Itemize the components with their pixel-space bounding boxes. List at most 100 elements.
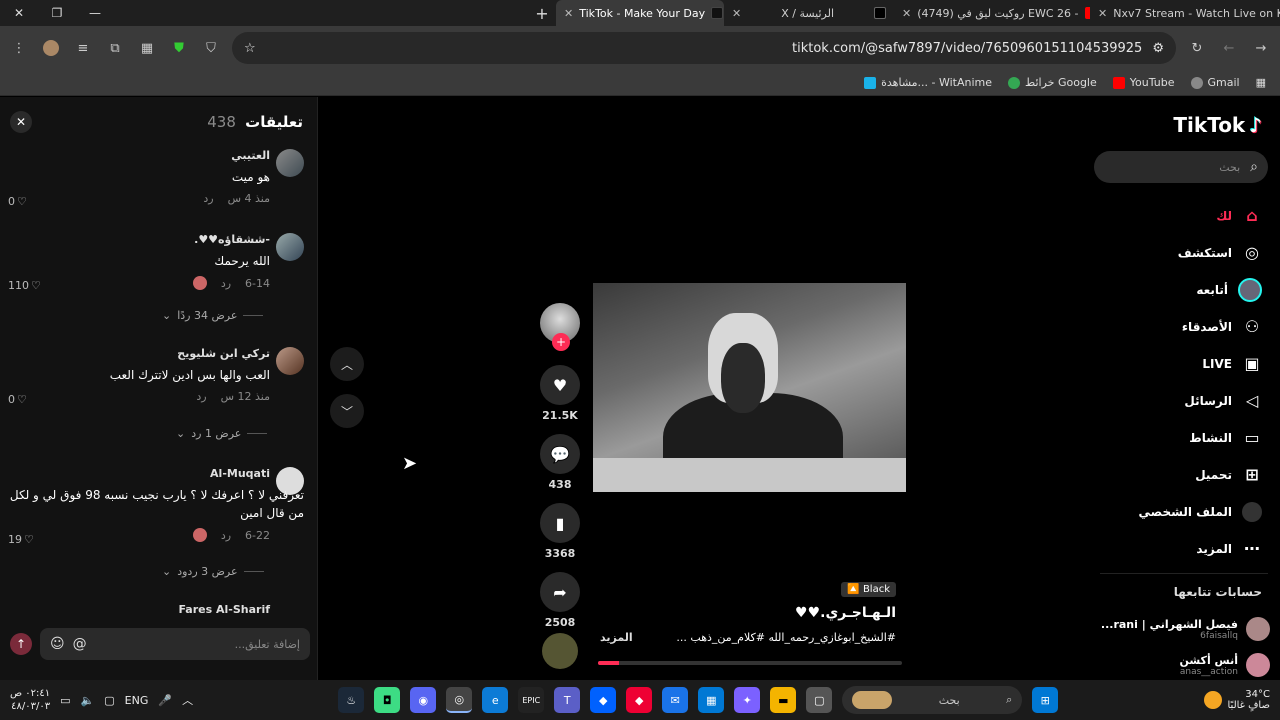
sidebar-item-explore[interactable]: ◎ استكشف (1102, 234, 1262, 271)
sidebar-item-profile[interactable]: الملف الشخصي (1102, 493, 1262, 530)
new-tab-icon[interactable]: + (528, 0, 556, 26)
sidebar-item-activity[interactable]: ▭ النشاط (1102, 419, 1262, 456)
weather-widget[interactable]: 34°C صافٍ غالبًا (1203, 689, 1270, 711)
video-progress-bar[interactable] (598, 661, 902, 665)
view-replies-button[interactable]: عرض 3 ردود ⌄ (162, 565, 264, 578)
dropbox-icon[interactable]: ◆ (590, 687, 617, 713)
close-tab-icon[interactable]: ✕ (1098, 7, 1107, 20)
search-input[interactable]: ⌕ بحث (1094, 151, 1268, 183)
comment-username[interactable]: Fares Al-Sharif (8, 603, 270, 616)
bookmark-gmail[interactable]: Gmail (1190, 76, 1240, 89)
sidebar-item-friends[interactable]: ⚇ الأصدقاء (1102, 308, 1262, 345)
share-button[interactable]: ➦ (540, 572, 580, 612)
app-icon[interactable]: ◆ (626, 687, 653, 713)
comment-username[interactable]: -ششقاؤه♥♥. (8, 233, 270, 246)
bookmark-maps[interactable]: خرائط Google (1008, 76, 1097, 89)
tiktok-logo[interactable]: ♪ TikTok (1173, 113, 1262, 137)
shield-green-icon[interactable]: ⛊ (168, 37, 190, 59)
file-explorer-icon[interactable]: ▬ (770, 687, 797, 713)
address-bar[interactable]: ☆ tiktok.com/@safw7897/video/76509601511… (232, 32, 1176, 64)
comment-like-button[interactable]: 0 ♡ (8, 195, 27, 208)
menu-dots-icon[interactable]: ⋮ (8, 37, 30, 59)
previous-video-button[interactable]: ︿ (330, 347, 364, 381)
comment-username[interactable]: Al-Muqati (8, 467, 270, 480)
comment-input[interactable]: ☺ @ إضافة تعليق... (40, 628, 310, 660)
copilot-icon[interactable]: ✦ (734, 687, 761, 713)
restore-window-icon[interactable]: ❐ (38, 0, 76, 26)
sidebar-item-following[interactable]: أتابعه (1102, 271, 1262, 308)
tab-youtube[interactable]: ✕ (4749) روكيت ليق في EWC 26 - (894, 0, 1090, 26)
extension-icon[interactable]: ▦ (136, 37, 158, 59)
reply-button[interactable]: رد (221, 529, 231, 542)
chrome-icon[interactable]: ◎ (446, 687, 473, 713)
bookmark-star-icon[interactable]: ☆ (244, 41, 256, 56)
save-button[interactable]: ▮ (540, 503, 580, 543)
bookmark-witanime[interactable]: مشاهدة... - WitAnime (864, 76, 992, 89)
reply-button[interactable]: رد (196, 390, 206, 403)
creator-avatar[interactable]: + (540, 303, 580, 351)
language-indicator[interactable]: ENG (125, 694, 149, 707)
view-replies-button[interactable]: عرض 1 رد ⌄ (176, 427, 268, 440)
tab-x[interactable]: ✕ X / الرئيسة (724, 0, 894, 26)
following-account[interactable]: أنس أكشن anas__action (1100, 653, 1270, 677)
sidebar-item-upload[interactable]: ⊞ تحميل (1102, 456, 1262, 493)
site-settings-icon[interactable]: ⚙ (1152, 41, 1164, 56)
sidebar-item-foryou[interactable]: ⌂ لك (1102, 197, 1262, 234)
avatar[interactable] (276, 149, 304, 177)
reply-button[interactable]: رد (221, 277, 231, 290)
network-icon[interactable]: ▢ (104, 694, 114, 707)
bookmark-youtube[interactable]: YouTube (1112, 76, 1175, 89)
windows-start-icon[interactable]: ⊞ (1032, 687, 1059, 713)
comment-button[interactable]: 💬 (540, 434, 580, 474)
apps-grid-icon[interactable]: ▦ (1256, 76, 1266, 89)
volume-icon[interactable]: 🔈 (81, 694, 95, 707)
tab-tiktok[interactable]: ✕ TikTok - Make Your Day (556, 0, 724, 26)
like-button[interactable]: ♥ (540, 365, 580, 405)
close-tab-icon[interactable]: ✕ (564, 7, 573, 20)
clock[interactable]: ٠٢:٤١ ص ٤٨/٠٣/٠٣ (10, 687, 50, 713)
tray-chevron-icon[interactable]: ︿ (182, 692, 193, 708)
taskbar-search[interactable]: بحث ⌕ (842, 686, 1023, 714)
view-replies-button[interactable]: عرض 34 ردًا ⌄ (162, 309, 264, 322)
battery-icon[interactable]: ▭ (60, 694, 70, 707)
comment-like-button[interactable]: 0 ♡ (8, 393, 27, 406)
avatar[interactable] (276, 347, 304, 375)
minimize-window-icon[interactable]: — (76, 0, 114, 26)
close-tab-icon[interactable]: ✕ (732, 7, 741, 20)
send-comment-icon[interactable]: ↑ (10, 633, 32, 655)
reload-icon[interactable]: ↻ (1186, 37, 1208, 59)
shield-icon[interactable]: ⛉ (200, 37, 222, 59)
edge-icon[interactable]: e (482, 687, 509, 713)
profile-avatar-icon[interactable] (40, 37, 62, 59)
mention-icon[interactable]: @ (73, 636, 87, 652)
video-tag[interactable]: Black 🔼 (841, 582, 896, 597)
steam-icon[interactable]: ♨ (338, 687, 365, 713)
comment-like-button[interactable]: 19 ♡ (8, 533, 34, 546)
tab-kick[interactable]: ✕ Nxv7 Stream - Watch Live on K (1090, 0, 1280, 26)
app-icon[interactable]: ▢ (806, 687, 833, 713)
back-icon[interactable]: → (1250, 37, 1272, 59)
forward-icon[interactable]: ← (1218, 37, 1240, 59)
discord-icon[interactable]: ◉ (410, 687, 437, 713)
music-disc-avatar[interactable] (542, 633, 578, 669)
app-icon[interactable]: ◘ (374, 687, 401, 713)
sidebar-item-messages[interactable]: ◁ الرسائل (1102, 382, 1262, 419)
media-queue-icon[interactable]: ≡ (72, 37, 94, 59)
close-window-icon[interactable]: ✕ (0, 0, 38, 26)
sidebar-item-live[interactable]: ▣ LIVE (1102, 345, 1262, 382)
reply-button[interactable]: رد (203, 192, 213, 205)
teams-icon[interactable]: T (554, 687, 581, 713)
comment-username[interactable]: العتيبي (8, 149, 270, 162)
store-icon[interactable]: ▦ (698, 687, 725, 713)
avatar[interactable] (276, 233, 304, 261)
comment-like-button[interactable]: 110 ♡ (8, 279, 41, 292)
microphone-icon[interactable]: 🎤 (158, 694, 172, 707)
epic-games-icon[interactable]: EPIC (518, 687, 545, 713)
emoji-icon[interactable]: ☺ (50, 636, 65, 652)
next-video-button[interactable]: ﹀ (330, 394, 364, 428)
sidebar-item-more[interactable]: ⋯ المزيد (1102, 530, 1262, 567)
video-player[interactable] (593, 283, 906, 492)
comment-username[interactable]: تركي ابن شليويح (8, 347, 270, 360)
close-comments-icon[interactable]: ✕ (10, 111, 32, 133)
following-account[interactable]: فيصل الشهراني | rani... 6faisallq (1100, 617, 1270, 641)
